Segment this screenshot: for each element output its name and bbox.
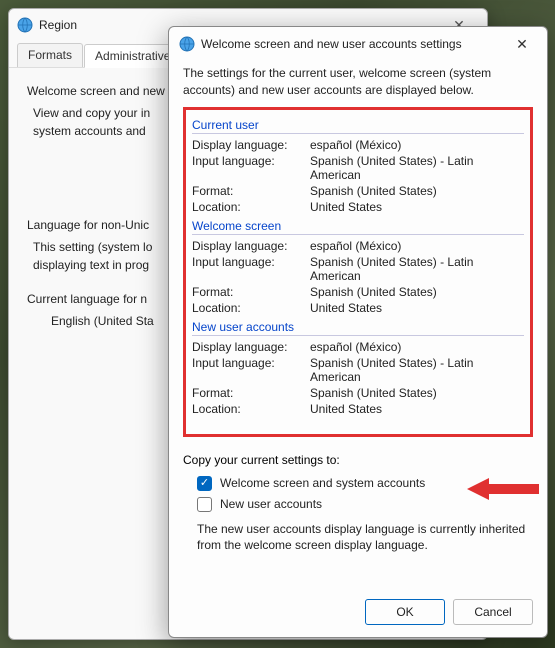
cancel-button[interactable]: Cancel: [453, 599, 533, 625]
welcome-title: Welcome screen and new user accounts set…: [201, 37, 507, 51]
section-current-user-header: Current user: [192, 116, 524, 134]
kv-row: Input language:Spanish (United States) -…: [192, 355, 524, 385]
kv-row: Input language:Spanish (United States) -…: [192, 254, 524, 284]
welcome-body: The settings for the current user, welco…: [169, 61, 547, 589]
kv-key: Format:: [192, 285, 310, 299]
kv-row: Format:Spanish (United States): [192, 284, 524, 300]
kv-val: español (México): [310, 340, 524, 354]
kv-val: Spanish (United States) - Latin American: [310, 154, 524, 182]
checkbox-newuser-label: New user accounts: [220, 497, 322, 511]
ok-button[interactable]: OK: [365, 599, 445, 625]
kv-key: Format:: [192, 386, 310, 400]
copy-section: Copy your current settings to: Welcome s…: [183, 453, 533, 555]
kv-row: Location:United States: [192, 401, 524, 417]
checkbox-welcome-row[interactable]: Welcome screen and system accounts: [183, 473, 533, 494]
kv-row: Input language:Spanish (United States) -…: [192, 153, 524, 183]
kv-row: Format:Spanish (United States): [192, 183, 524, 199]
kv-val: United States: [310, 200, 524, 214]
kv-val: español (México): [310, 138, 524, 152]
kv-row: Format:Spanish (United States): [192, 385, 524, 401]
welcome-close-button[interactable]: ✕: [507, 32, 537, 56]
kv-key: Input language:: [192, 356, 310, 384]
kv-row: Location:United States: [192, 300, 524, 316]
kv-row: Display language:español (México): [192, 137, 524, 153]
globe-icon: [179, 36, 195, 52]
kv-val: Spanish (United States) - Latin American: [310, 255, 524, 283]
kv-row: Location:United States: [192, 199, 524, 215]
kv-val: Spanish (United States): [310, 285, 524, 299]
button-row: OK Cancel: [169, 589, 547, 637]
tab-formats[interactable]: Formats: [17, 43, 83, 67]
kv-key: Location:: [192, 200, 310, 214]
copy-label: Copy your current settings to:: [183, 453, 533, 467]
welcome-dialog: Welcome screen and new user accounts set…: [168, 26, 548, 638]
kv-key: Display language:: [192, 138, 310, 152]
kv-key: Input language:: [192, 154, 310, 182]
kv-val: United States: [310, 301, 524, 315]
kv-val: United States: [310, 402, 524, 416]
kv-val: español (México): [310, 239, 524, 253]
kv-key: Display language:: [192, 239, 310, 253]
section-newuser-header: New user accounts: [192, 318, 524, 336]
kv-val: Spanish (United States) - Latin American: [310, 356, 524, 384]
kv-key: Location:: [192, 402, 310, 416]
checkbox-newuser-row[interactable]: New user accounts: [183, 494, 533, 515]
kv-key: Format:: [192, 184, 310, 198]
kv-key: Location:: [192, 301, 310, 315]
kv-key: Input language:: [192, 255, 310, 283]
checkbox-welcome[interactable]: [197, 476, 212, 491]
kv-val: Spanish (United States): [310, 386, 524, 400]
welcome-intro: The settings for the current user, welco…: [183, 65, 533, 99]
tab-administrative[interactable]: Administrative: [84, 44, 181, 68]
kv-row: Display language:español (México): [192, 238, 524, 254]
checkbox-newuser[interactable]: [197, 497, 212, 512]
section-welcome-header: Welcome screen: [192, 217, 524, 235]
copy-note: The new user accounts display language i…: [197, 521, 533, 555]
checkbox-welcome-label: Welcome screen and system accounts: [220, 476, 425, 490]
settings-highlight-box: Current user Display language:español (M…: [183, 107, 533, 437]
kv-row: Display language:español (México): [192, 339, 524, 355]
kv-key: Display language:: [192, 340, 310, 354]
kv-val: Spanish (United States): [310, 184, 524, 198]
globe-icon: [17, 17, 33, 33]
welcome-titlebar: Welcome screen and new user accounts set…: [169, 27, 547, 61]
